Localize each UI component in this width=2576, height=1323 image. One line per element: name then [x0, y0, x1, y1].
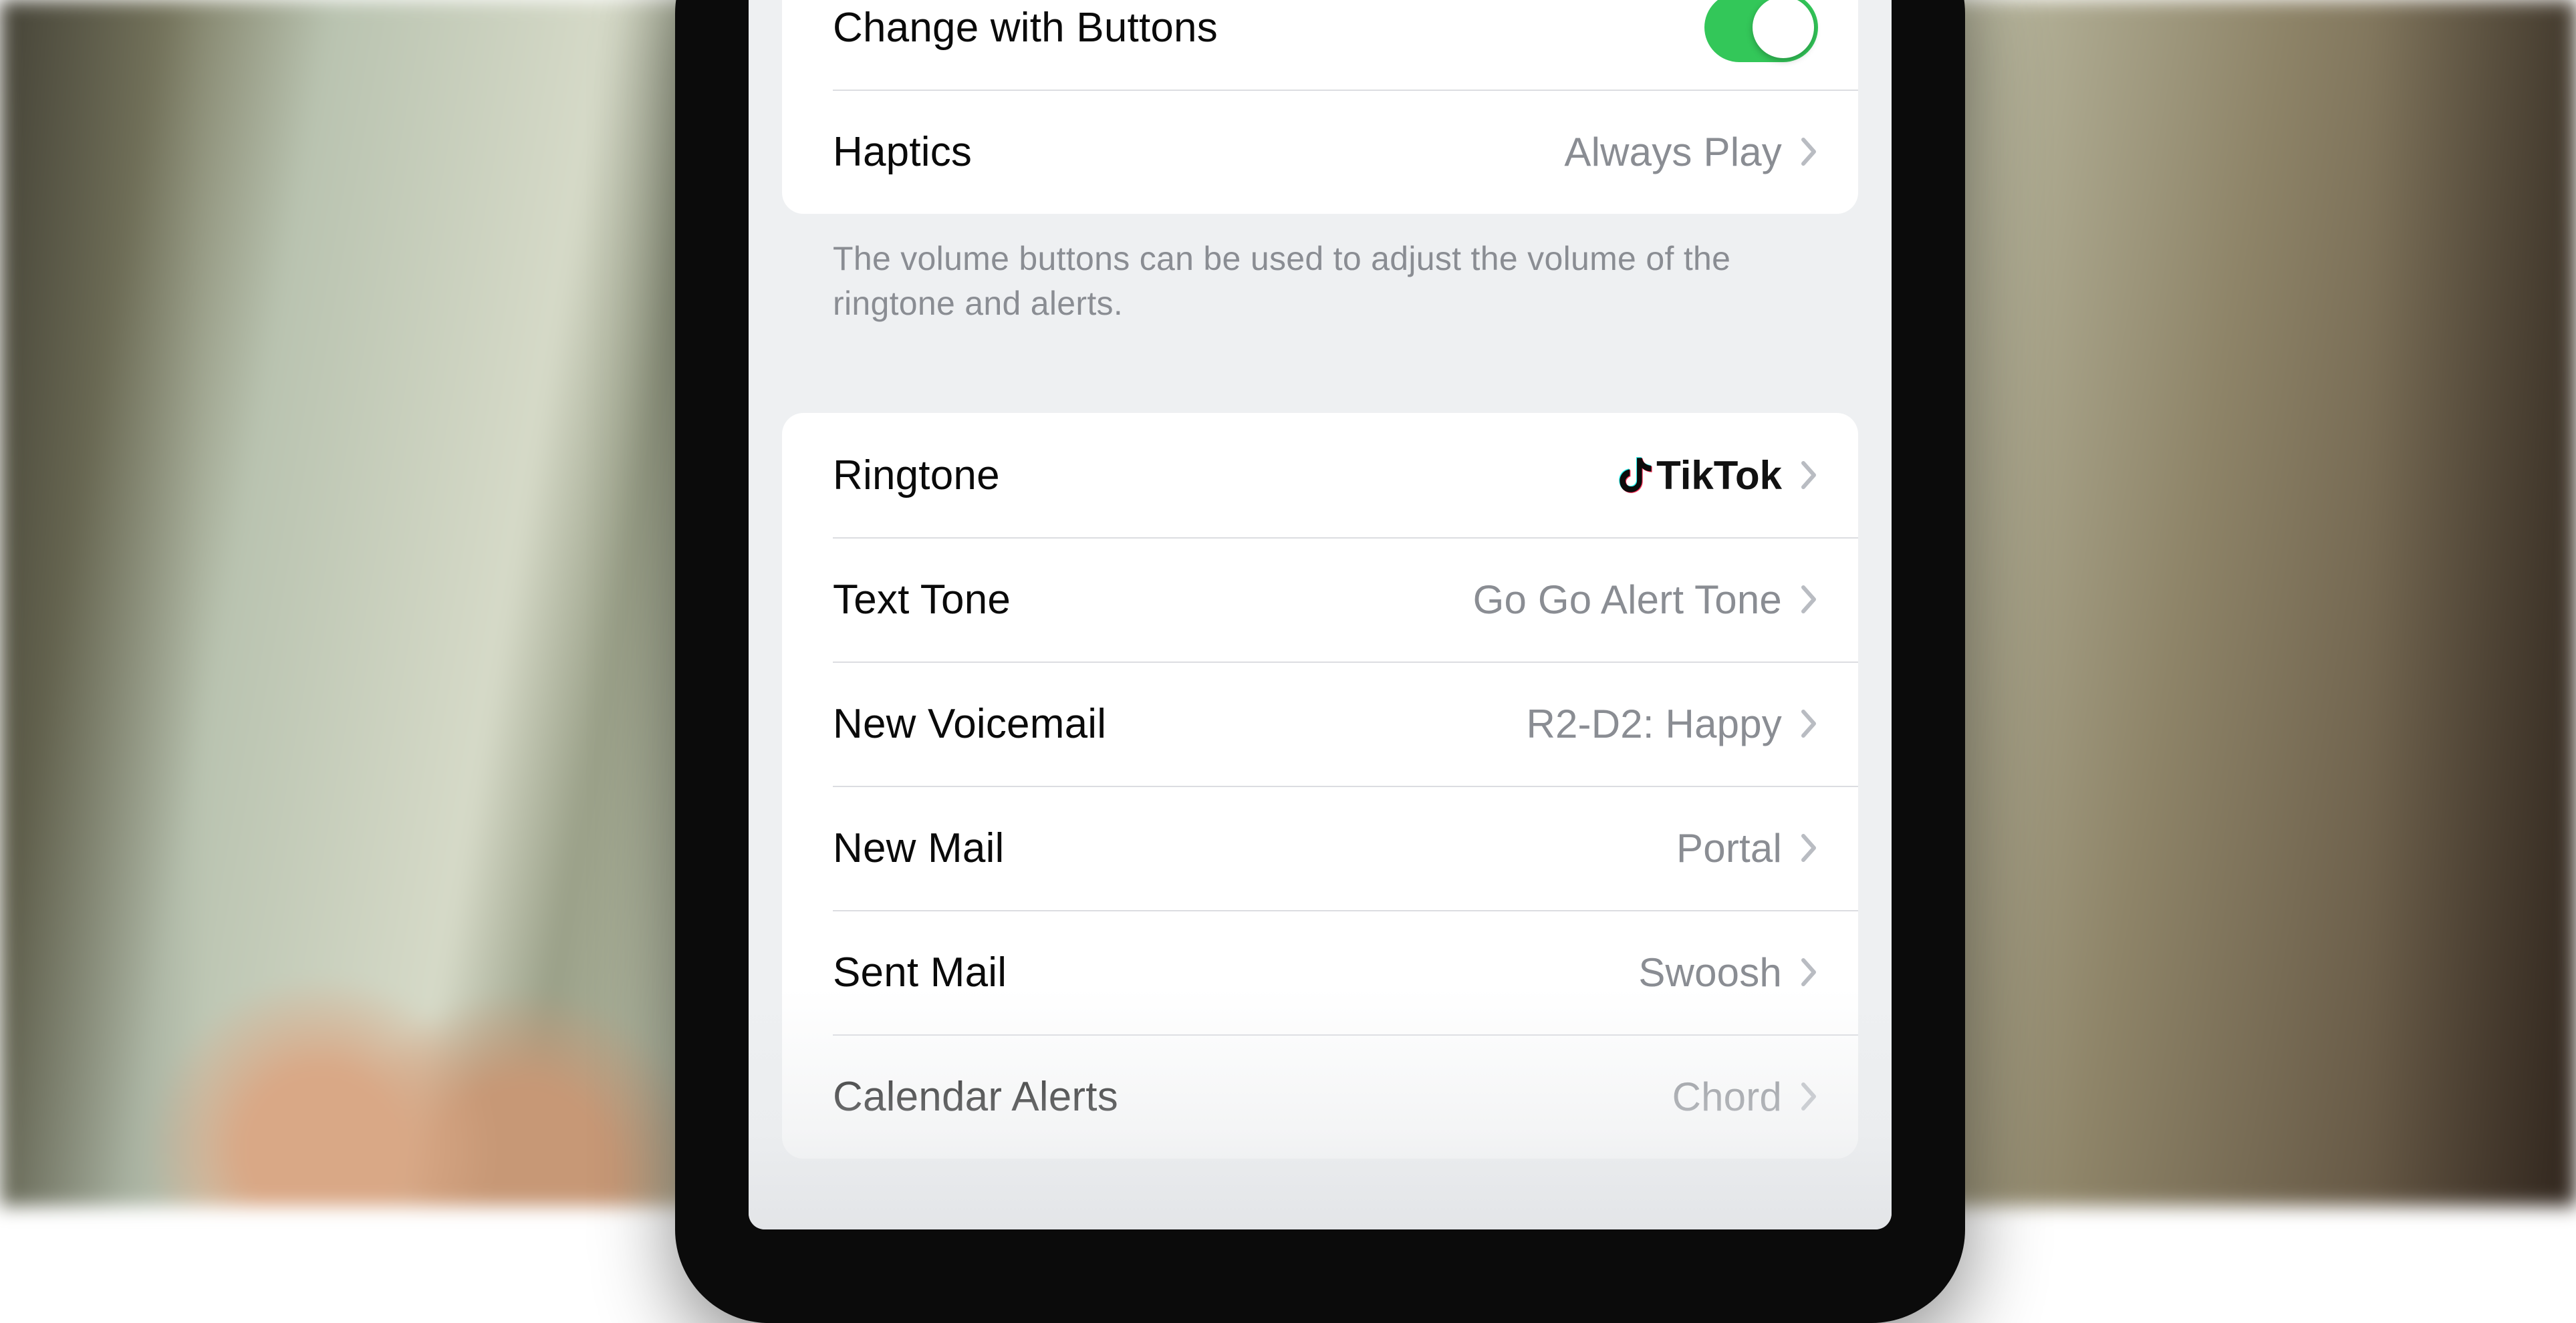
volume-footnote: The volume buttons can be used to adjust… [749, 214, 1892, 326]
change-with-buttons-toggle[interactable] [1704, 0, 1818, 62]
chevron-right-icon [1801, 709, 1818, 738]
new-voicemail-value: R2-D2: Happy [1526, 701, 1782, 747]
calendar-alerts-value: Chord [1672, 1074, 1782, 1120]
chevron-right-icon [1801, 585, 1818, 614]
text-tone-row[interactable]: Text Tone Go Go Alert Tone [782, 537, 1858, 662]
sounds-card: Ringtone TikTok Text Tone Go Go Alert To… [782, 413, 1858, 1159]
new-voicemail-label: New Voicemail [833, 700, 1526, 748]
text-tone-label: Text Tone [833, 576, 1473, 623]
haptics-label: Haptics [833, 128, 1564, 176]
volume-haptics-card: Change with Buttons Haptics Always Play [782, 0, 1858, 214]
tiktok-icon [1619, 456, 1654, 494]
new-voicemail-row[interactable]: New Voicemail R2-D2: Happy [782, 662, 1858, 786]
ios-settings-screen: Change with Buttons Haptics Always Play … [749, 0, 1892, 1229]
sent-mail-label: Sent Mail [833, 949, 1638, 996]
new-mail-label: New Mail [833, 825, 1676, 872]
chevron-right-icon [1801, 1082, 1818, 1111]
ringtone-row[interactable]: Ringtone TikTok [782, 413, 1858, 537]
ringtone-label: Ringtone [833, 452, 1619, 499]
sent-mail-value: Swoosh [1638, 949, 1782, 996]
text-tone-value: Go Go Alert Tone [1473, 577, 1782, 623]
new-mail-row[interactable]: New Mail Portal [782, 786, 1858, 910]
chevron-right-icon [1801, 958, 1818, 987]
change-with-buttons-label: Change with Buttons [833, 4, 1704, 51]
new-mail-value: Portal [1676, 825, 1782, 871]
calendar-alerts-label: Calendar Alerts [833, 1073, 1672, 1121]
haptics-row[interactable]: Haptics Always Play [782, 90, 1858, 214]
chevron-right-icon [1801, 137, 1818, 166]
chevron-right-icon [1801, 833, 1818, 863]
calendar-alerts-row[interactable]: Calendar Alerts Chord [782, 1034, 1858, 1159]
chevron-right-icon [1801, 460, 1818, 490]
haptics-value: Always Play [1564, 129, 1782, 175]
sent-mail-row[interactable]: Sent Mail Swoosh [782, 910, 1858, 1034]
change-with-buttons-row[interactable]: Change with Buttons [782, 0, 1858, 90]
ringtone-value: TikTok [1656, 452, 1782, 498]
